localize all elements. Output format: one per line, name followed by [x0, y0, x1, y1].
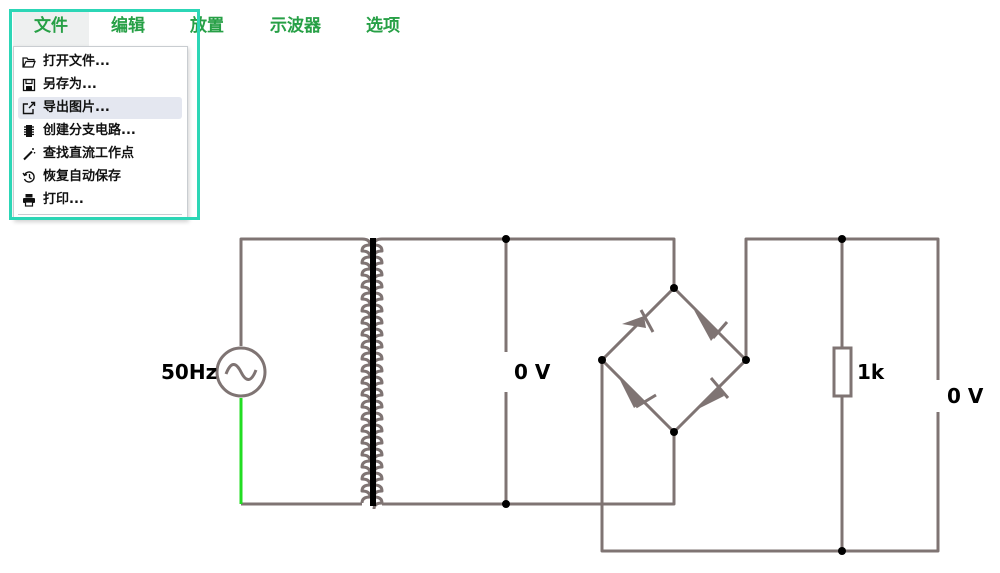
menu-item-print[interactable]: 打印... — [18, 189, 182, 211]
transformer-primary-coil[interactable] — [360, 237, 372, 504]
menu-edit[interactable]: 编辑 — [111, 16, 145, 36]
transformer-core[interactable] — [370, 238, 376, 506]
menu-scope[interactable]: 示波器 — [270, 16, 321, 36]
menu-place[interactable]: 放置 — [190, 16, 224, 36]
wire-primary-top[interactable] — [239, 237, 362, 346]
floppy-disk-icon — [22, 78, 36, 92]
menu-item-find-dc-point[interactable]: 查找直流工作点 — [18, 143, 182, 165]
resistor-1k[interactable] — [832, 346, 853, 398]
menu-item-export-image[interactable]: 导出图片... — [18, 97, 182, 119]
wire-output-bottom[interactable] — [600, 360, 940, 553]
menu-item-label: 打印... — [43, 192, 84, 207]
menu-file[interactable]: 文件 — [13, 11, 89, 46]
ac-source[interactable] — [215, 346, 267, 398]
source-frequency-label: 50Hz — [161, 360, 217, 384]
menu-item-label: 打开文件... — [43, 54, 110, 69]
voltmeter2-label: 0 V — [947, 384, 984, 408]
magic-wand-icon — [23, 148, 36, 161]
menu-item-open-file[interactable]: 打开文件... — [18, 51, 182, 73]
menu-item-label: 查找直流工作点 — [43, 146, 135, 161]
resistor-label: 1k — [857, 360, 885, 384]
menubar: 文件 编辑 放置 示波器 选项 — [0, 0, 430, 46]
menu-item-create-subcircuit[interactable]: 创建分支电路... — [18, 120, 182, 142]
menu-item-recover-autosave[interactable]: 恢复自动保存 — [18, 166, 182, 188]
menu-item-label: 创建分支电路... — [43, 123, 136, 138]
printer-icon — [23, 194, 35, 207]
voltmeter1-label: 0 V — [514, 360, 551, 384]
menu-item-label: 导出图片... — [43, 100, 110, 115]
folder-open-icon — [22, 57, 36, 68]
history-icon — [22, 171, 35, 183]
menu-item-label: 恢复自动保存 — [43, 169, 122, 184]
menu-options[interactable]: 选项 — [366, 16, 400, 36]
menu-item-save-as[interactable]: 另存为... — [18, 74, 182, 96]
wire-bridge[interactable] — [600, 286, 748, 434]
export-icon — [22, 101, 36, 115]
menu-item-label: 另存为... — [43, 77, 97, 92]
file-dropdown-menu: 打开文件... 另存为... 导出图片... 创建分支电路... 查找直流工作点… — [13, 46, 188, 220]
chip-icon — [24, 125, 34, 137]
wire-secondary-bottom[interactable] — [382, 432, 676, 506]
wire-secondary-top[interactable] — [382, 237, 676, 288]
menu-separator — [18, 214, 182, 215]
